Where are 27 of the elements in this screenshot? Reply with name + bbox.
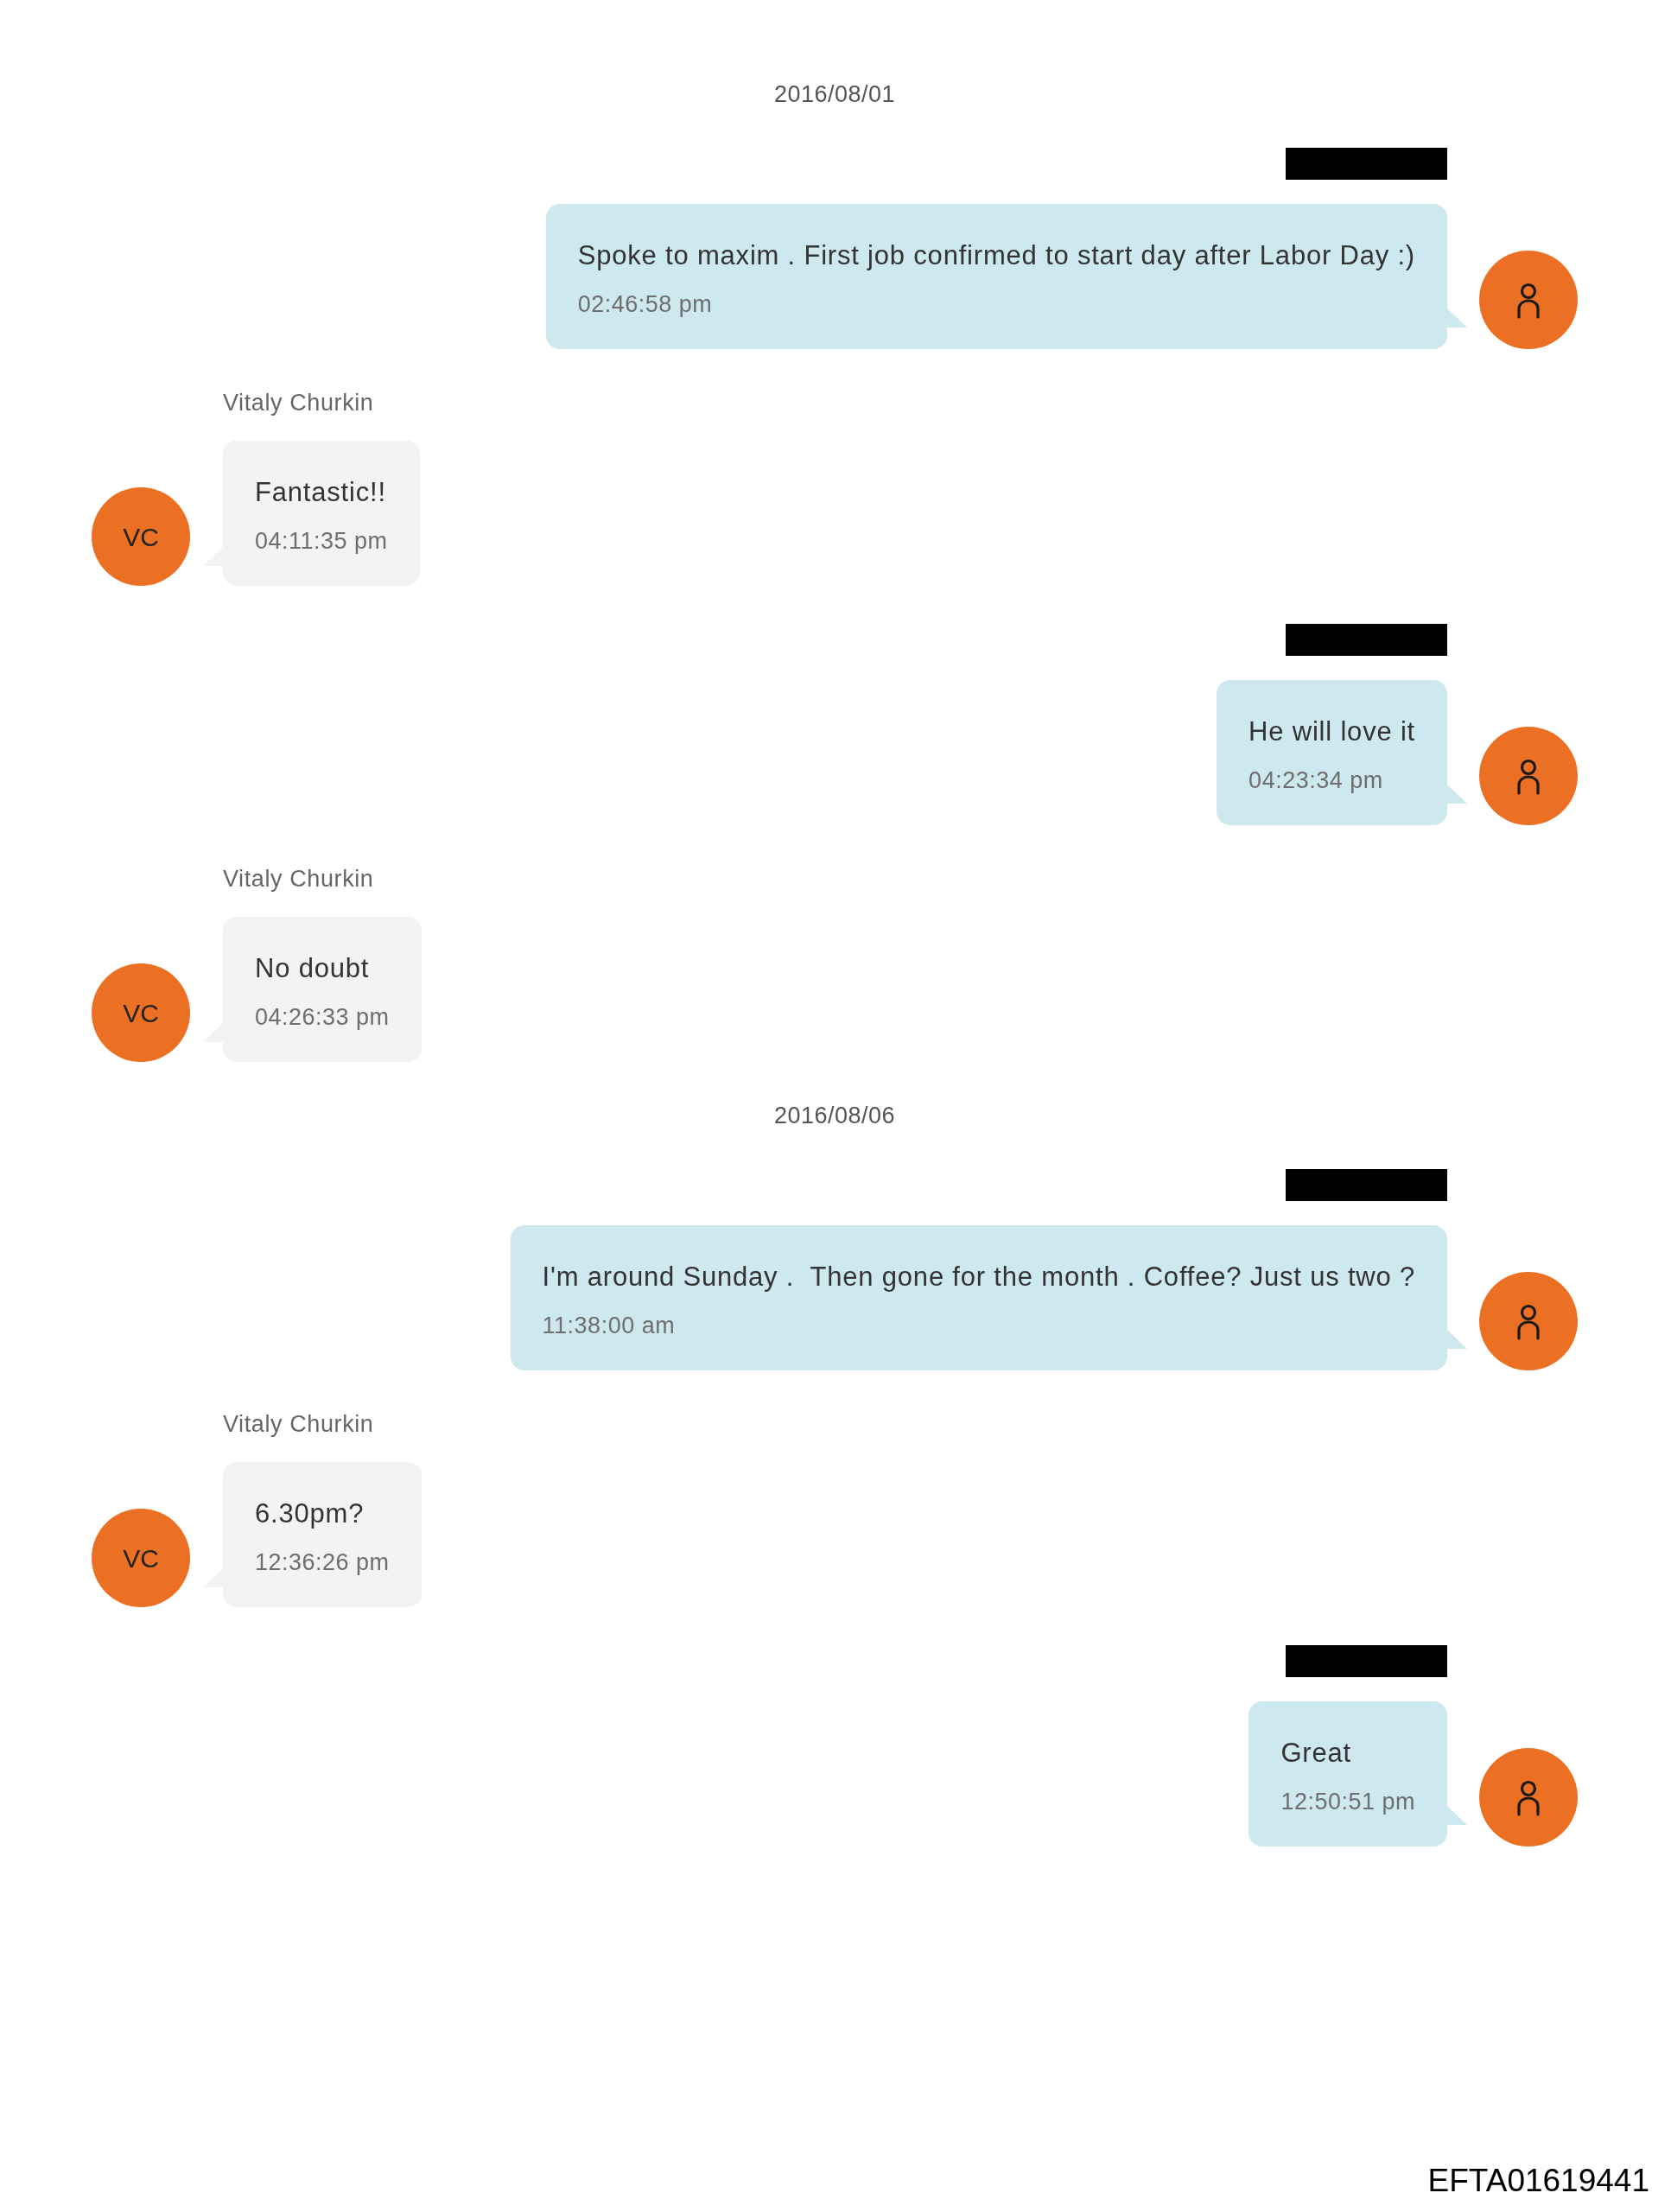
person-avatar-icon — [1479, 1272, 1578, 1370]
document-id: EFTA01619441 — [1427, 2164, 1649, 2196]
message-time: 04:11:35 pm — [255, 527, 388, 556]
message-time: 11:38:00 am — [542, 1312, 677, 1340]
message-text: Spoke to maxim . First job confirmed to start day after Labor Day :) — [577, 239, 1415, 272]
person-avatar-icon — [1479, 727, 1578, 825]
message-text: 6.30pm? — [255, 1497, 365, 1530]
initials-avatar: VC — [92, 963, 190, 1062]
date-label: 2016/08/06 — [773, 1102, 896, 1130]
person-avatar-icon — [1479, 251, 1578, 349]
message-text: No doubt — [255, 952, 371, 985]
message-time: 02:46:58 pm — [577, 290, 714, 319]
message-time: 04:26:33 pm — [255, 1003, 390, 1032]
message-time: 12:36:26 pm — [255, 1548, 390, 1577]
message-time: 04:23:34 pm — [1248, 766, 1384, 795]
initials-avatar: VC — [92, 1509, 190, 1607]
message-text: I'm around Sunday . Then gone for the month . Coffee? Just us two ? — [542, 1261, 1415, 1294]
date-label: 2016/08/01 — [773, 80, 896, 109]
sender-name: Vitaly Churkin — [223, 1410, 374, 1439]
sender-name: Vitaly Churkin — [223, 389, 374, 417]
initials-avatar: VC — [92, 487, 190, 586]
person-avatar-icon — [1479, 1748, 1578, 1847]
sender-name: Vitaly Churkin — [223, 865, 374, 893]
message-text: Fantastic!! — [255, 476, 387, 509]
message-text: Great — [1280, 1737, 1352, 1770]
message-time: 12:50:51 pm — [1280, 1788, 1415, 1816]
message-text: He will love it — [1248, 715, 1415, 748]
